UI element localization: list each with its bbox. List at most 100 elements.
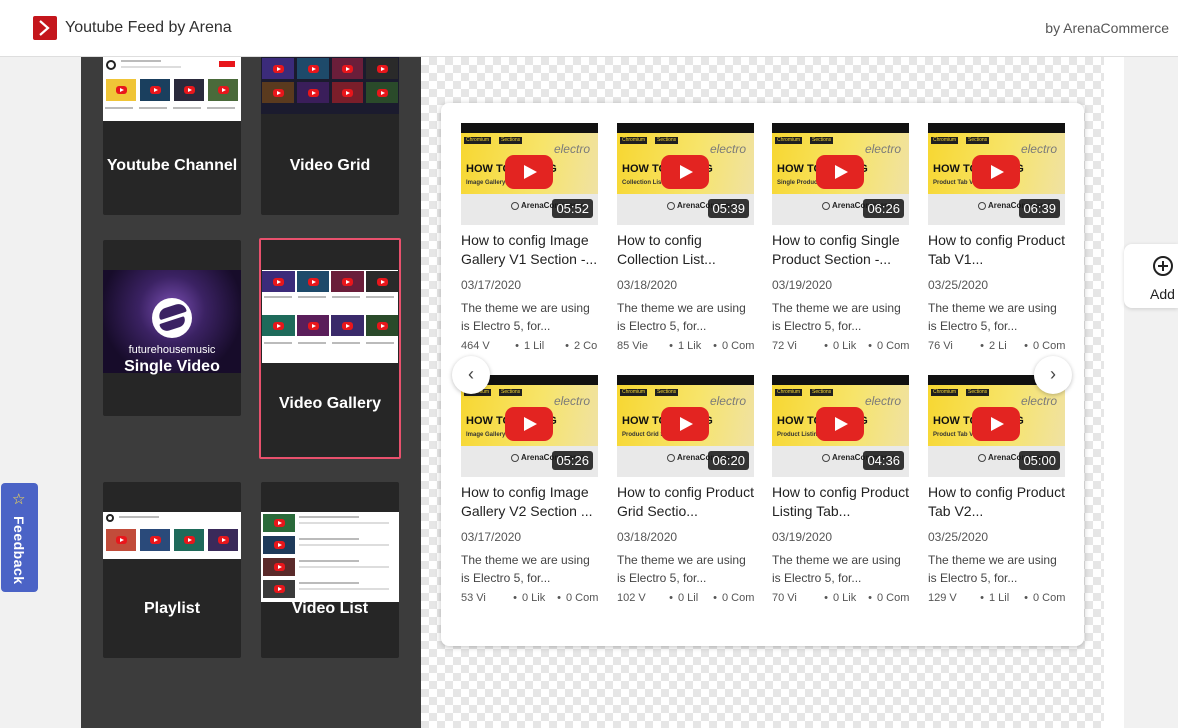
video-title[interactable]: How to config Image Gallery V2 Section .… (461, 483, 598, 521)
video-stats: 70 Vi • 0 Lik • 0 Comn (772, 592, 909, 606)
video-card[interactable]: ChromiumSectionselectroHOW TO CONFIGSing… (772, 123, 909, 363)
video-title[interactable]: How to config Product Tab V2... (928, 483, 1065, 521)
thumbnail-brand: electro (1020, 394, 1057, 408)
app-title: Youtube Feed by Arena (65, 19, 232, 36)
next-button[interactable]: › (1034, 356, 1072, 394)
video-card[interactable]: ChromiumSectionselectroHOW TO CONFIGImag… (461, 375, 598, 615)
video-likes: 0 Lil (678, 592, 699, 604)
video-date: 03/18/2020 (617, 530, 678, 544)
video-card[interactable]: ChromiumSectionselectroHOW TO CONFIGColl… (617, 123, 754, 363)
video-card[interactable]: ChromiumSectionselectroHOW TO CONFIGImag… (461, 123, 598, 363)
video-thumbnail[interactable]: ChromiumSectionselectroHOW TO CONFIGProd… (772, 375, 909, 477)
video-stats: 129 V • 1 Lil • 0 Comr (928, 592, 1065, 606)
video-duration: 05:26 (552, 451, 593, 470)
thumbnail-tag: Sections (966, 137, 990, 144)
video-stats: 85 Vie • 1 Lik • 0 Comn (617, 340, 754, 354)
video-card[interactable]: ChromiumSectionselectroHOW TO CONFIGProd… (928, 375, 1065, 615)
stat-separator: • (868, 592, 872, 604)
video-comments: 2 Comr (574, 340, 598, 352)
video-description: The theme we are using is Electro 5, for… (617, 553, 746, 585)
layout-card-single-video[interactable]: futurehousemusic Single Video (103, 240, 241, 416)
play-icon[interactable] (816, 407, 864, 441)
thumbnail-tag: Chromium (775, 137, 803, 144)
video-thumbnail[interactable]: ChromiumSectionselectroHOW TO CONFIGImag… (461, 123, 598, 225)
video-title[interactable]: How to config Product Listing Tab... (772, 483, 909, 521)
video-views: 464 V (461, 340, 490, 352)
layout-label: Single Video (124, 358, 220, 375)
stat-separator: • (1024, 340, 1028, 352)
video-title[interactable]: How to config Product Grid Sectio... (617, 483, 754, 521)
thumbnail-topbar (617, 375, 754, 385)
video-title[interactable]: How to config Image Gallery V1 Section -… (461, 231, 598, 269)
video-list-thumbnail (261, 512, 399, 602)
video-title[interactable]: How to config Collection List... (617, 231, 754, 269)
video-thumbnail[interactable]: ChromiumSectionselectroHOW TO CONFIGProd… (617, 375, 754, 477)
stat-separator: • (557, 592, 561, 604)
video-views: 102 V (617, 592, 646, 604)
layout-card-video-grid[interactable]: Video Grid (261, 57, 399, 215)
layout-card-video-gallery[interactable]: Video Gallery (259, 238, 401, 459)
video-grid-thumbnail (261, 57, 399, 114)
thumbnail-brand: electro (553, 142, 590, 156)
layout-card-video-list[interactable]: Video List (261, 482, 399, 658)
star-icon: ☆ (12, 491, 26, 508)
video-views: 129 V (928, 592, 957, 604)
video-description: The theme we are using is Electro 5, for… (617, 301, 746, 333)
play-icon[interactable] (972, 407, 1020, 441)
video-stats: 464 V • 1 Lil • 2 Comr (461, 340, 598, 354)
stat-separator: • (1024, 592, 1028, 604)
video-stats: 102 V • 0 Lil • 0 Comr (617, 592, 754, 606)
prev-button[interactable]: ‹ (452, 356, 490, 394)
thumbnail-brand: electro (864, 394, 901, 408)
video-thumbnail[interactable]: ChromiumSectionselectroHOW TO CONFIGColl… (617, 123, 754, 225)
play-icon[interactable] (661, 155, 709, 189)
stat-separator: • (824, 592, 828, 604)
video-thumbnail[interactable]: ChromiumSectionselectroHOW TO CONFIGProd… (928, 123, 1065, 225)
play-icon[interactable] (505, 407, 553, 441)
video-thumbnail[interactable]: ChromiumSectionselectroHOW TO CONFIGSing… (772, 123, 909, 225)
video-duration: 05:39 (708, 199, 749, 218)
arena-footer-logo-icon (978, 202, 986, 210)
video-card[interactable]: ChromiumSectionselectroHOW TO CONFIGProd… (617, 375, 754, 615)
play-icon[interactable] (505, 155, 553, 189)
arena-footer-logo-icon (822, 454, 830, 462)
thumbnail-tag: Sections (499, 389, 523, 396)
arena-footer-logo-icon (667, 454, 675, 462)
video-card[interactable]: ChromiumSectionselectroHOW TO CONFIGProd… (772, 375, 909, 615)
play-icon[interactable] (661, 407, 709, 441)
video-title[interactable]: How to config Single Product Section -..… (772, 231, 909, 269)
video-views: 72 Vi (772, 340, 797, 352)
app-header: Youtube Feed by Arena by ArenaCommerce (0, 0, 1178, 57)
thumbnail-topbar (461, 123, 598, 133)
video-stats: 53 Vi • 0 Lik • 0 Comn (461, 592, 598, 606)
playlist-thumbnail (103, 512, 241, 559)
futurehousemusic-logo-icon (152, 298, 192, 338)
video-description: The theme we are using is Electro 5, for… (772, 301, 901, 333)
plus-circle-icon (1153, 256, 1173, 276)
video-description: The theme we are using is Electro 5, for… (461, 301, 590, 333)
video-description: The theme we are using is Electro 5, for… (772, 553, 901, 585)
video-description: The theme we are using is Electro 5, for… (461, 553, 590, 585)
thumbnail-tag: Sections (655, 137, 679, 144)
video-views: 53 Vi (461, 592, 486, 604)
stat-separator: • (824, 340, 828, 352)
video-date: 03/17/2020 (461, 530, 522, 544)
video-date: 03/19/2020 (772, 530, 833, 544)
thumbnail-brand: electro (1020, 142, 1057, 156)
video-title[interactable]: How to config Product Tab V1... (928, 231, 1065, 269)
video-comments: 0 Comn (877, 592, 909, 604)
add-block-button[interactable]: Add (1124, 244, 1178, 308)
thumbnail-tag: Chromium (931, 389, 959, 396)
video-likes: 0 Lik (833, 592, 857, 604)
video-duration: 05:00 (1019, 451, 1060, 470)
layout-card-youtube-channel[interactable]: Youtube Channel (103, 57, 241, 215)
play-icon[interactable] (972, 155, 1020, 189)
play-icon[interactable] (816, 155, 864, 189)
feedback-button[interactable]: ☆ Feedback (1, 483, 38, 592)
feedback-label: Feedback (11, 516, 27, 585)
thumbnail-topbar (617, 123, 754, 133)
add-label: Add (1150, 286, 1175, 302)
video-card[interactable]: ChromiumSectionselectroHOW TO CONFIGProd… (928, 123, 1065, 363)
layout-card-playlist[interactable]: Playlist (103, 482, 241, 658)
left-margin (0, 57, 80, 728)
